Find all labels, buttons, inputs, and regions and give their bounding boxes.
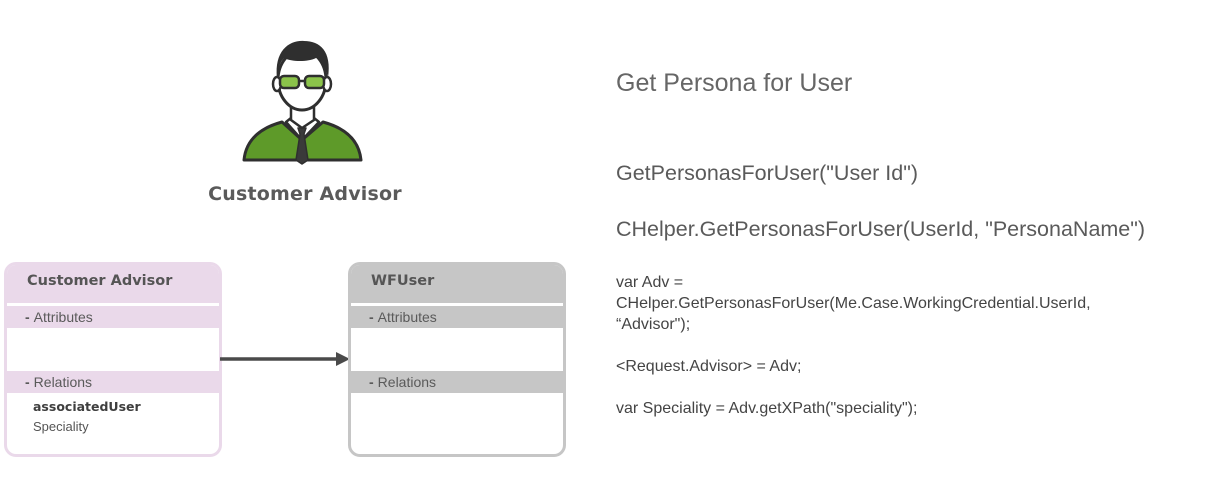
relations-label: Relations bbox=[377, 374, 437, 390]
relation-item-associated-user: associatedUser bbox=[33, 399, 141, 414]
business-person-icon bbox=[242, 40, 363, 165]
persona-label: Customer Advisor bbox=[208, 183, 402, 205]
relations-label: Relations bbox=[33, 374, 93, 390]
attributes-body bbox=[7, 328, 219, 371]
code-example-line: <Request.Advisor> = Adv; bbox=[616, 358, 802, 375]
entity-customer-advisor[interactable]: Customer Advisor - Attributes - Relations … bbox=[4, 262, 222, 457]
glasses-left-lens bbox=[278, 74, 301, 90]
attributes-label: Attributes bbox=[377, 309, 437, 325]
attributes-label: Attributes bbox=[33, 309, 93, 325]
relation-arrow bbox=[220, 352, 350, 366]
code-signature-2: CHelper.GetPersonasForUser(UserId, "Pers… bbox=[616, 217, 1146, 241]
code-signature-1: GetPersonasForUser("User Id") bbox=[616, 161, 919, 185]
glasses-right-lens bbox=[303, 74, 326, 90]
collapse-marker: - bbox=[25, 374, 30, 390]
entity-title: Customer Advisor bbox=[7, 265, 219, 303]
collapse-marker: - bbox=[369, 374, 374, 390]
code-title: Get Persona for User bbox=[616, 69, 853, 97]
attributes-section-header[interactable]: - Attributes bbox=[351, 306, 563, 328]
collapse-marker: - bbox=[25, 309, 30, 325]
attributes-section-header[interactable]: - Attributes bbox=[7, 306, 219, 328]
code-example-line: CHelper.GetPersonasForUser(Me.Case.Worki… bbox=[616, 295, 1091, 312]
relations-section-header[interactable]: - Relations bbox=[7, 371, 219, 393]
entity-wfuser[interactable]: WFUser - Attributes - Relations bbox=[348, 262, 566, 457]
attributes-body bbox=[351, 328, 563, 371]
code-example-line: var Speciality = Adv.getXPath("specialit… bbox=[616, 400, 918, 417]
relations-section-header[interactable]: - Relations bbox=[351, 371, 563, 393]
entity-title: WFUser bbox=[351, 265, 563, 303]
code-example-line: “Advisor"); bbox=[616, 316, 691, 333]
relation-item-speciality: Speciality bbox=[33, 419, 89, 434]
collapse-marker: - bbox=[369, 309, 374, 325]
code-example-line: var Adv = bbox=[616, 274, 684, 291]
relations-body: associatedUser Speciality bbox=[7, 393, 219, 434]
